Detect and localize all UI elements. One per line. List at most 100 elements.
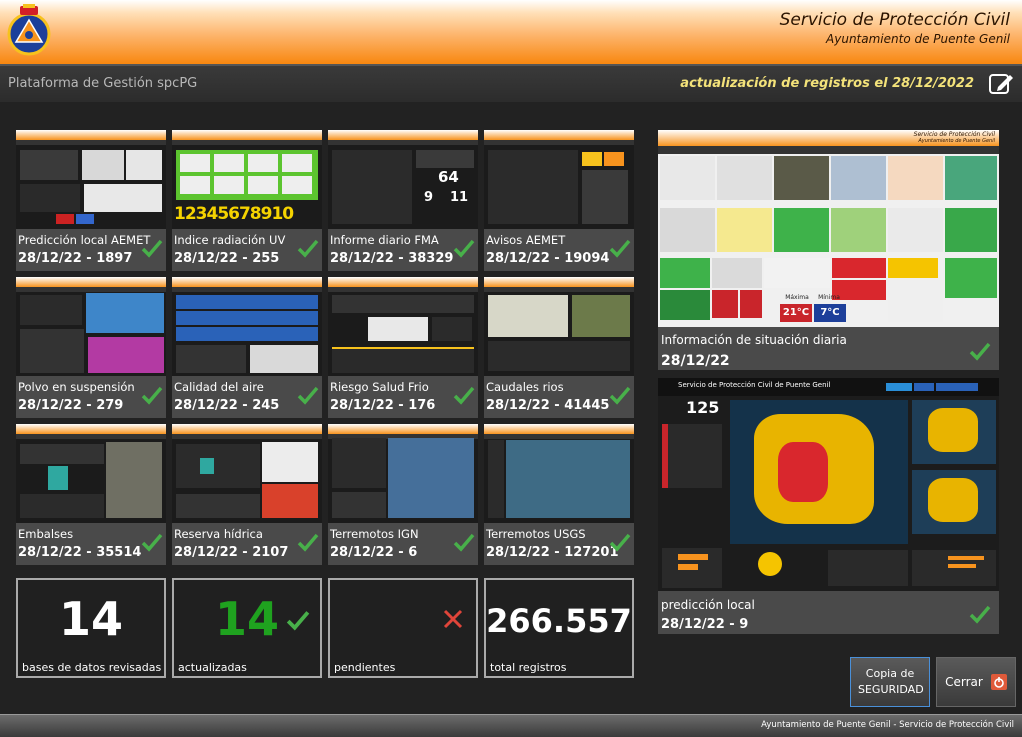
header-subtitle: Ayuntamiento de Puente Genil [826, 32, 1010, 46]
check-icon [609, 386, 631, 405]
stat-pending-label: pendientes [334, 661, 396, 674]
tile-title: Predicción local AEMET [18, 233, 151, 247]
check-icon [609, 239, 631, 258]
thumbnail-caudales [484, 277, 634, 376]
fma-number: 9 [424, 190, 434, 205]
footer: Ayuntamiento de Puente Genil - Servicio … [0, 714, 1022, 737]
tile-polvo-en-suspension[interactable]: Polvo en suspensión 28/12/22 - 279 [16, 277, 166, 418]
tile-riesgo-salud-frio[interactable]: Riesgo Salud Frio 28/12/22 - 176 [328, 277, 478, 418]
thumbnail-informe-fma: 64 9 11 [328, 130, 478, 229]
platform-title: Plataforma de Gestión spcPG [8, 76, 198, 91]
tile-meta: 28/12/22 - 19094 [486, 251, 610, 266]
max-temp-label: Máxima [785, 294, 809, 301]
thumbnail-prediccion-aemet [16, 130, 166, 229]
check-icon [453, 533, 475, 552]
backup-button[interactable]: Copia de SEGURIDAD [850, 657, 930, 707]
tile-title: Caudales rios [486, 380, 564, 394]
tile-meta: 28/12/22 - 1897 [18, 251, 133, 266]
close-button[interactable]: Cerrar [936, 657, 1016, 707]
tile-embalses[interactable]: Embalses 28/12/22 - 35514 [16, 424, 166, 565]
tile-meta: 28/12/22 - 2107 [174, 545, 289, 560]
tile-title: Avisos AEMET [486, 233, 566, 247]
min-temp-value: 7°C [814, 304, 846, 322]
tile-meta: 28/12/22 - 245 [174, 398, 280, 413]
tile-informe-diario-fma[interactable]: 64 9 11 Informe diario FMA 28/12/22 - 38… [328, 130, 478, 271]
stat-total: 266.557 total registros [484, 578, 634, 678]
stat-revised-value: 14 [58, 592, 123, 646]
thumbnail-reserva-hidrica [172, 424, 322, 523]
thumbnail-polvo [16, 277, 166, 376]
check-icon [141, 533, 163, 552]
tile-title: Polvo en suspensión [18, 380, 135, 394]
fma-number: 11 [450, 190, 469, 205]
tile-title: Indice radiación UV [174, 233, 286, 247]
min-temp-label: Mínima [818, 294, 840, 301]
thumbnail-radiacion-uv: 12345678910 [172, 130, 322, 229]
stat-revised: 14 bases de datos revisadas [16, 578, 166, 678]
tile-meta: 28/12/22 - 6 [330, 545, 418, 560]
tile-prediccion-local[interactable]: Servicio de Protección Civil de Puente G… [658, 378, 999, 634]
stat-updated: 14 actualizadas [172, 578, 322, 678]
tile-meta: 28/12/22 - 38329 [330, 251, 454, 266]
tile-title: Reserva hídrica [174, 527, 263, 541]
tile-title: Embalses [18, 527, 74, 541]
tile-informacion-situacion-diaria[interactable]: Servicio de Protección Civil Ayuntamient… [658, 130, 999, 370]
thumbnail-avisos-aemet [484, 130, 634, 229]
stat-pending: pendientes [328, 578, 478, 678]
big-tile-meta: 28/12/22 - 9 [661, 617, 749, 632]
tile-indice-radiacion-uv[interactable]: 12345678910 Indice radiación UV 28/12/22… [172, 130, 322, 271]
thumbnail-calidad-aire [172, 277, 322, 376]
big-tile-title: Información de situación diaria [661, 333, 847, 347]
tile-avisos-aemet[interactable]: Avisos AEMET 28/12/22 - 19094 [484, 130, 634, 271]
edit-icon[interactable] [988, 71, 1014, 97]
app-header: Servicio de Protección Civil Ayuntamient… [0, 0, 1022, 64]
check-icon [286, 611, 310, 631]
toolbar: Plataforma de Gestión spcPG actualizació… [0, 64, 1022, 102]
check-icon [297, 239, 319, 258]
stat-revised-label: bases de datos revisadas [22, 661, 162, 674]
tile-title: Riesgo Salud Frio [330, 380, 429, 394]
tile-title: Terremotos USGS [486, 527, 586, 541]
thumbnail-terremotos-usgs [484, 424, 634, 523]
fma-number: 64 [438, 168, 459, 186]
tile-prediccion-local-aemet[interactable]: Predicción local AEMET 28/12/22 - 1897 [16, 130, 166, 271]
tile-terremotos-usgs[interactable]: Terremotos USGS 28/12/22 - 127201 [484, 424, 634, 565]
tile-reserva-hidrica[interactable]: Reserva hídrica 28/12/22 - 2107 [172, 424, 322, 565]
mini-header-subtitle: Ayuntamiento de Puente Genil [918, 138, 995, 144]
tile-title: Informe diario FMA [330, 233, 439, 247]
check-icon [141, 386, 163, 405]
tile-terremotos-ign[interactable]: Terremotos IGN 28/12/22 - 6 [328, 424, 478, 565]
tile-title: Terremotos IGN [330, 527, 419, 541]
tile-meta: 28/12/22 - 255 [174, 251, 280, 266]
close-x-icon [443, 609, 463, 629]
tile-caudales-rios[interactable]: Caudales rios 28/12/22 - 41445 [484, 277, 634, 418]
header-title: Servicio de Protección Civil [779, 10, 1010, 30]
alert-count: 125 [686, 398, 720, 417]
close-button-label: Cerrar [945, 675, 983, 689]
stat-total-value: 266.557 [486, 602, 632, 640]
big-tile-title: predicción local [661, 598, 755, 612]
uv-scale-digits: 12345678910 [174, 204, 294, 224]
tile-meta: 28/12/22 - 41445 [486, 398, 610, 413]
footer-text: Ayuntamiento de Puente Genil - Servicio … [761, 720, 1014, 730]
tile-meta: 28/12/22 - 127201 [486, 545, 619, 560]
thumbnail-prediccion-local: Servicio de Protección Civil de Puente G… [658, 378, 999, 591]
thumbnail-terremotos-ign [328, 424, 478, 523]
stat-updated-label: actualizadas [178, 661, 247, 674]
tile-calidad-del-aire[interactable]: Calidad del aire 28/12/22 - 245 [172, 277, 322, 418]
tile-meta: 28/12/22 - 279 [18, 398, 124, 413]
check-icon [453, 239, 475, 258]
mini-header-title: Servicio de Protección Civil [913, 131, 995, 138]
big-tile-meta: 28/12/22 [661, 353, 730, 369]
check-icon [141, 239, 163, 258]
check-icon [297, 533, 319, 552]
check-icon [609, 533, 631, 552]
check-icon [297, 386, 319, 405]
check-icon [969, 342, 991, 361]
tile-meta: 28/12/22 - 176 [330, 398, 436, 413]
thumbnail-embalses [16, 424, 166, 523]
max-temp-value: 21°C [780, 304, 812, 322]
check-icon [969, 605, 991, 624]
power-icon [990, 674, 1007, 690]
update-status: actualización de registros el 28/12/2022 [680, 76, 974, 91]
